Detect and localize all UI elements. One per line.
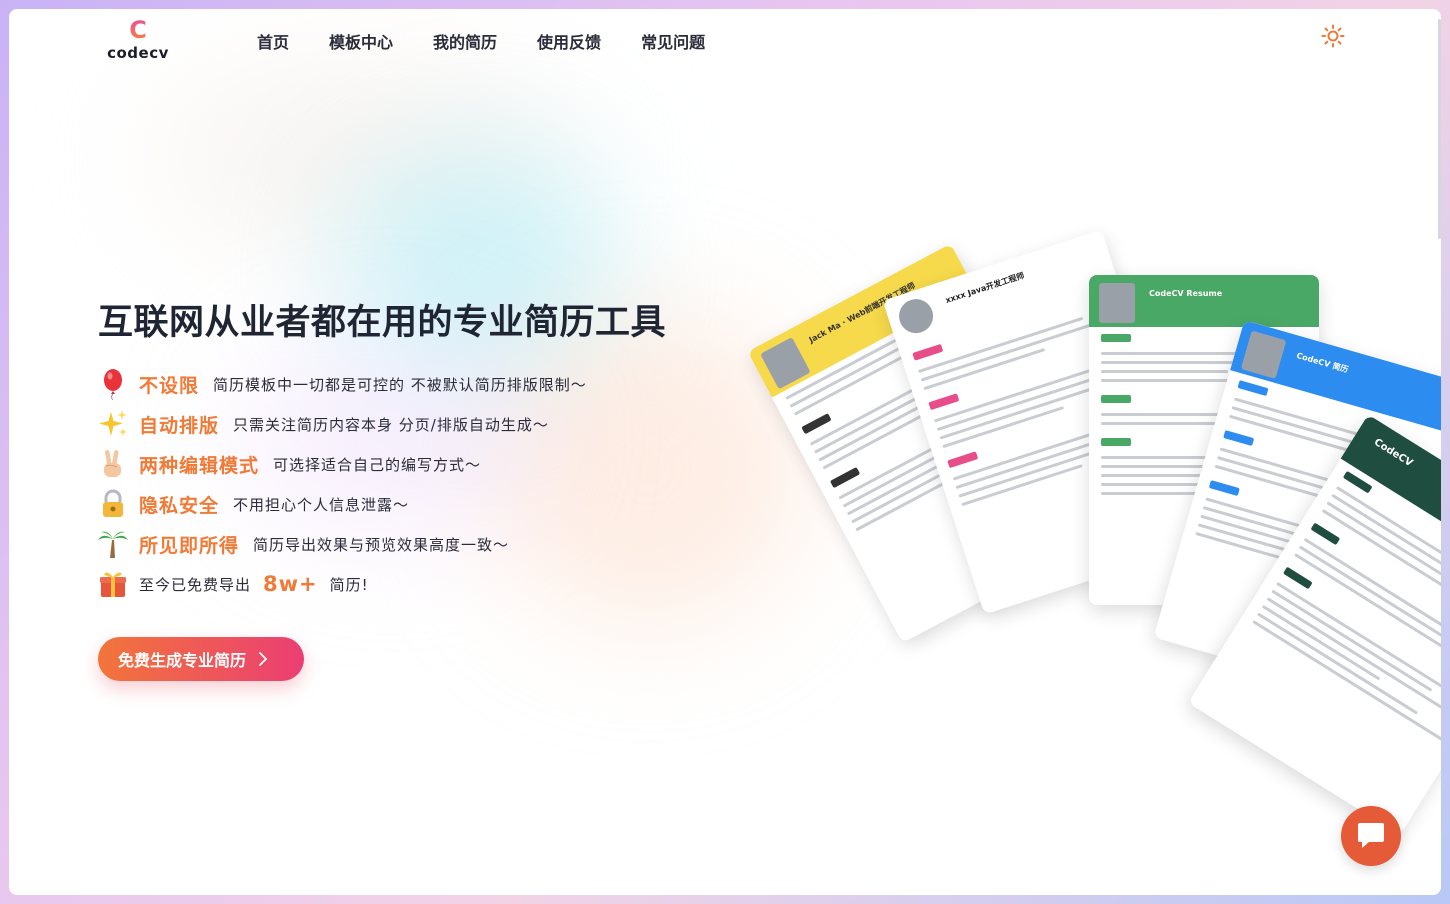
victory-hand-icon	[97, 448, 129, 480]
resume-title: CodeCV	[1371, 436, 1415, 470]
nav-templates[interactable]: 模板中心	[329, 29, 393, 53]
cta-label: 免费生成专业简历	[118, 651, 247, 670]
site-header: C codecv 首页 模板中心 我的简历 使用反馈 常见问题	[9, 9, 1441, 69]
app-window: C codecv 首页 模板中心 我的简历 使用反馈 常见问题 互联网从业者都在…	[9, 9, 1441, 895]
sparkles-icon	[97, 408, 129, 440]
scrollbar[interactable]	[1438, 19, 1441, 239]
gift-icon	[97, 568, 129, 600]
feature-title: 自动排版	[139, 414, 220, 437]
resume-title: CodeCV 简历	[1295, 351, 1350, 375]
feature-title: 不设限	[139, 374, 200, 397]
feature-desc: 只需关注简历内容本身 分页/排版自动生成～	[233, 415, 549, 434]
resume-title: CodeCV Resume	[1149, 289, 1223, 298]
background-glow	[339, 149, 619, 389]
feature-item: 不设限 简历模板中一切都是可控的 不被默认简历排版限制～	[97, 364, 587, 404]
export-count: 8w+	[263, 572, 318, 596]
avatar	[894, 294, 938, 338]
background-glow	[159, 69, 579, 249]
feature-title: 隐私安全	[139, 494, 220, 517]
nav-feedback[interactable]: 使用反馈	[537, 29, 601, 53]
logo-text: codecv	[107, 44, 169, 62]
resume-header: xxxx Java开发工程师	[882, 229, 1118, 351]
avatar	[1240, 330, 1287, 379]
chat-icon	[1358, 823, 1384, 848]
nav-home[interactable]: 首页	[257, 29, 289, 53]
resume-preview-fan: Jack Ma · Web前端开发工程师 xxxx Java开发工程师 Code…	[747, 189, 1441, 836]
generate-resume-button[interactable]: 免费生成专业简历	[98, 637, 304, 681]
balloon-icon	[97, 368, 129, 401]
sun-icon[interactable]	[1321, 24, 1345, 48]
nav-faq[interactable]: 常见问题	[641, 29, 705, 53]
feature-desc: 简历导出效果与预览效果高度一致～	[253, 535, 510, 554]
feature-desc: 不用担心个人信息泄露～	[233, 495, 410, 514]
feature-desc: 简历模板中一切都是可控的 不被默认简历排版限制～	[213, 375, 587, 394]
export-prefix: 至今已免费导出	[139, 575, 252, 594]
logo[interactable]: C codecv	[106, 17, 170, 65]
feature-item: 隐私安全 不用担心个人信息泄露～	[97, 484, 587, 524]
logo-mark: C	[126, 17, 150, 43]
export-suffix: 简历!	[329, 575, 369, 594]
chevron-right-icon	[259, 652, 268, 666]
export-stat: 至今已免费导出 8w+ 简历!	[97, 564, 587, 604]
hero-title: 互联网从业者都在用的专业简历工具	[98, 303, 667, 343]
feature-item: 自动排版 只需关注简历内容本身 分页/排版自动生成～	[97, 404, 587, 444]
feature-list: 不设限 简历模板中一切都是可控的 不被默认简历排版限制～ 自动排版 只需关注简历…	[97, 364, 587, 604]
feature-title: 两种编辑模式	[139, 454, 260, 477]
nav-my-resumes[interactable]: 我的简历	[433, 29, 497, 53]
palm-tree-icon	[97, 528, 129, 560]
avatar	[760, 337, 811, 390]
chat-button[interactable]	[1341, 806, 1401, 866]
lock-icon	[97, 488, 129, 520]
feature-item: 两种编辑模式 可选择适合自己的编写方式～	[97, 444, 587, 484]
avatar	[1099, 283, 1135, 323]
feature-desc: 可选择适合自己的编写方式～	[273, 455, 482, 474]
resume-header: CodeCV Resume	[1089, 275, 1319, 327]
feature-item: 所见即所得 简历导出效果与预览效果高度一致～	[97, 524, 587, 564]
feature-title: 所见即所得	[139, 534, 240, 557]
main-nav: 首页 模板中心 我的简历 使用反馈 常见问题	[257, 29, 705, 53]
